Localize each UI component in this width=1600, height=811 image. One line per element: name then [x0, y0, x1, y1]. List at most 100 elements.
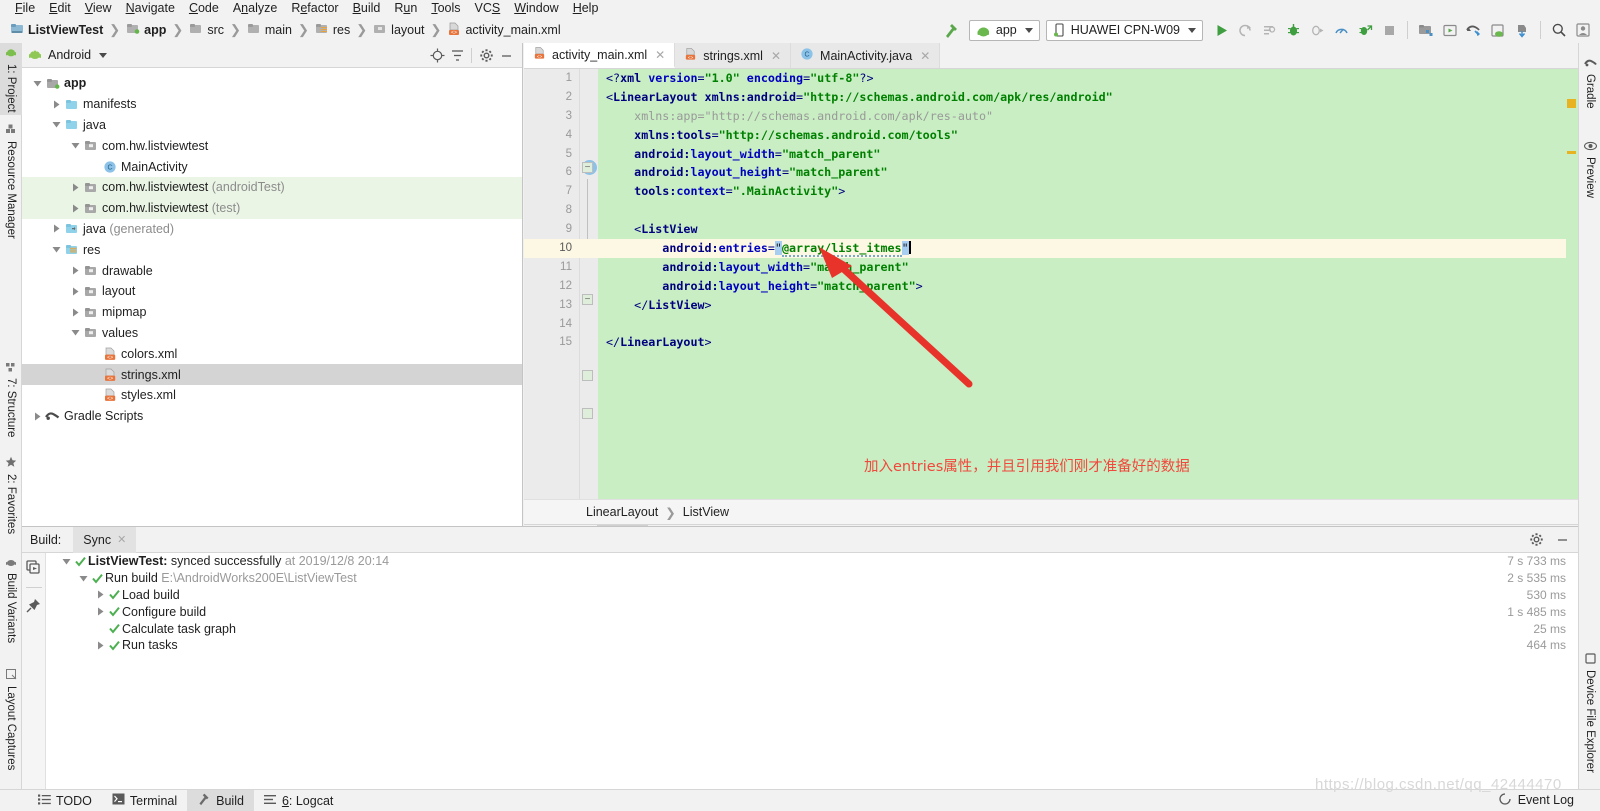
run-icon[interactable]: [1210, 19, 1232, 41]
device-selector[interactable]: HUAWEI CPN-W09: [1045, 19, 1203, 41]
stop-icon[interactable]: [1378, 19, 1400, 41]
tree-item-colors-xml[interactable]: <> colors.xml: [22, 343, 522, 364]
component-breadcrumb-item-1[interactable]: ListView: [683, 505, 729, 519]
build-expand-arrow[interactable]: [94, 590, 107, 599]
warning-marker[interactable]: [1567, 151, 1576, 154]
tree-expand-arrow[interactable]: [49, 120, 63, 129]
menu-item-navigate[interactable]: Navigate: [119, 0, 182, 17]
collapse-all-icon[interactable]: [447, 45, 467, 65]
tree-expand-arrow[interactable]: [68, 308, 82, 317]
editor-tab-strings-xml[interactable]: <> strings.xml ✕: [675, 43, 792, 68]
close-icon[interactable]: ✕: [920, 49, 930, 63]
sidebar-tab-gradle[interactable]: Gradle: [1579, 43, 1600, 123]
menu-item-analyze[interactable]: Analyze: [226, 0, 284, 17]
tree-item-com-hw-listviewtest[interactable]: com.hw.listviewtest (test): [22, 197, 522, 219]
build-row[interactable]: Load build 530 ms: [46, 587, 1578, 604]
editor-tab-activity-main-xml[interactable]: <> activity_main.xml ✕: [524, 43, 676, 68]
build-expand-arrow[interactable]: [60, 557, 73, 566]
breadcrumb-item-1[interactable]: app: [144, 23, 166, 37]
tree-expand-arrow[interactable]: [68, 287, 82, 296]
close-icon[interactable]: ✕: [771, 49, 781, 63]
menu-item-vcs[interactable]: VCS: [468, 0, 508, 17]
sidebar-tab-device-file-explorer[interactable]: Device File Explorer: [1579, 643, 1600, 783]
menu-item-run[interactable]: Run: [387, 0, 424, 17]
settings-gear-icon[interactable]: [476, 45, 496, 65]
editor-marker-strip[interactable]: [1566, 95, 1578, 499]
tree-item-gradle-scripts[interactable]: Gradle Scripts: [22, 406, 522, 427]
breadcrumb-item-5[interactable]: layout: [391, 23, 424, 37]
sidebar-tab-favorites[interactable]: 2: Favorites: [0, 449, 22, 541]
run-with-coverage-icon[interactable]: [1258, 19, 1280, 41]
sdk-manager-icon[interactable]: [1415, 19, 1437, 41]
chevron-down-icon[interactable]: [99, 52, 108, 58]
debug-icon[interactable]: [1282, 19, 1304, 41]
close-icon[interactable]: ✕: [117, 533, 126, 546]
breadcrumb-item-6[interactable]: activity_main.xml: [465, 23, 560, 37]
apply-changes-icon[interactable]: [1354, 19, 1376, 41]
menu-item-edit[interactable]: Edit: [42, 0, 78, 17]
profiler-icon[interactable]: [1330, 19, 1352, 41]
minimize-icon[interactable]: [496, 45, 516, 65]
menu-item-refactor[interactable]: Refactor: [284, 0, 345, 17]
build-expand-arrow[interactable]: [77, 574, 90, 583]
tree-expand-arrow[interactable]: [68, 183, 82, 192]
sidebar-tab-project[interactable]: 1: Project: [0, 43, 22, 115]
menu-item-tools[interactable]: Tools: [424, 0, 467, 17]
warning-marker[interactable]: [1567, 99, 1576, 108]
build-row[interactable]: Run build E:\AndroidWorks200E\ListViewTe…: [46, 570, 1578, 587]
status-tab-build[interactable]: Build: [187, 789, 254, 811]
restart-icon[interactable]: [26, 559, 41, 577]
module-selector[interactable]: app: [968, 19, 1040, 41]
minimize-icon[interactable]: [1552, 530, 1572, 550]
sidebar-tab-preview[interactable]: Preview: [1579, 127, 1600, 211]
tree-expand-arrow[interactable]: [49, 224, 63, 233]
search-icon[interactable]: [1548, 19, 1570, 41]
tree-item-res[interactable]: res: [22, 239, 522, 260]
status-tab-logcat[interactable]: 6: Logcat: [254, 790, 343, 811]
breadcrumb-item-2[interactable]: src: [207, 23, 224, 37]
sidebar-tab-layout-captures[interactable]: Layout Captures: [0, 659, 22, 781]
build-expand-arrow[interactable]: [94, 641, 107, 650]
build-output-tree[interactable]: ListViewTest: synced successfully at 201…: [46, 553, 1578, 789]
code-editor[interactable]: C − − 1<?xml version="1.0" encoding="utf…: [524, 69, 1578, 499]
device-file-icon[interactable]: [1511, 19, 1533, 41]
sidebar-tab-structure[interactable]: 7: Structure: [0, 353, 22, 445]
tree-item-drawable[interactable]: drawable: [22, 260, 522, 281]
tree-item-com-hw-listviewtest[interactable]: com.hw.listviewtest: [22, 135, 522, 156]
breadcrumb-item-3[interactable]: main: [265, 23, 292, 37]
tree-item-java[interactable]: java (generated): [22, 219, 522, 240]
tree-item-strings-xml[interactable]: <> strings.xml: [22, 364, 522, 385]
tree-item-com-hw-listviewtest[interactable]: com.hw.listviewtest (androidTest): [22, 176, 522, 198]
menu-item-file[interactable]: FFileile: [8, 0, 42, 17]
tree-item-mainactivity[interactable]: C MainActivity: [22, 156, 522, 177]
sidebar-tab-resource-manager[interactable]: Resource Manager: [0, 119, 22, 243]
build-expand-arrow[interactable]: [94, 607, 107, 616]
profile-icon[interactable]: [1572, 19, 1594, 41]
tree-expand-arrow[interactable]: [68, 328, 82, 337]
menu-item-code[interactable]: Code: [182, 0, 226, 17]
tree-expand-arrow[interactable]: [49, 100, 63, 109]
locate-icon[interactable]: [427, 45, 447, 65]
menu-item-view[interactable]: View: [78, 0, 119, 17]
build-row[interactable]: Run tasks 464 ms: [46, 637, 1578, 654]
build-hammer-icon[interactable]: [941, 19, 963, 41]
build-row[interactable]: ListViewTest: synced successfully at 201…: [46, 553, 1578, 570]
build-tab-sync[interactable]: Sync ✕: [73, 526, 137, 553]
settings-gear-icon[interactable]: [1526, 530, 1546, 550]
tree-item-styles-xml[interactable]: <> styles.xml: [22, 385, 522, 406]
tree-expand-arrow[interactable]: [30, 79, 44, 88]
tree-expand-arrow[interactable]: [68, 141, 82, 150]
build-row[interactable]: Configure build 1 s 485 ms: [46, 603, 1578, 620]
attach-debugger-icon[interactable]: [1306, 19, 1328, 41]
component-breadcrumb-item-0[interactable]: LinearLayout: [586, 505, 658, 519]
tree-expand-arrow[interactable]: [30, 412, 44, 421]
tree-item-java[interactable]: java: [22, 115, 522, 136]
rerun-icon[interactable]: [1234, 19, 1256, 41]
build-row[interactable]: Calculate task graph 25 ms: [46, 620, 1578, 637]
menu-item-build[interactable]: Build: [346, 0, 388, 17]
tree-item-layout[interactable]: layout: [22, 281, 522, 302]
tree-expand-arrow[interactable]: [49, 245, 63, 254]
tree-expand-arrow[interactable]: [68, 204, 82, 213]
tree-item-app[interactable]: app: [22, 73, 522, 94]
avd-manager-icon[interactable]: [1439, 19, 1461, 41]
